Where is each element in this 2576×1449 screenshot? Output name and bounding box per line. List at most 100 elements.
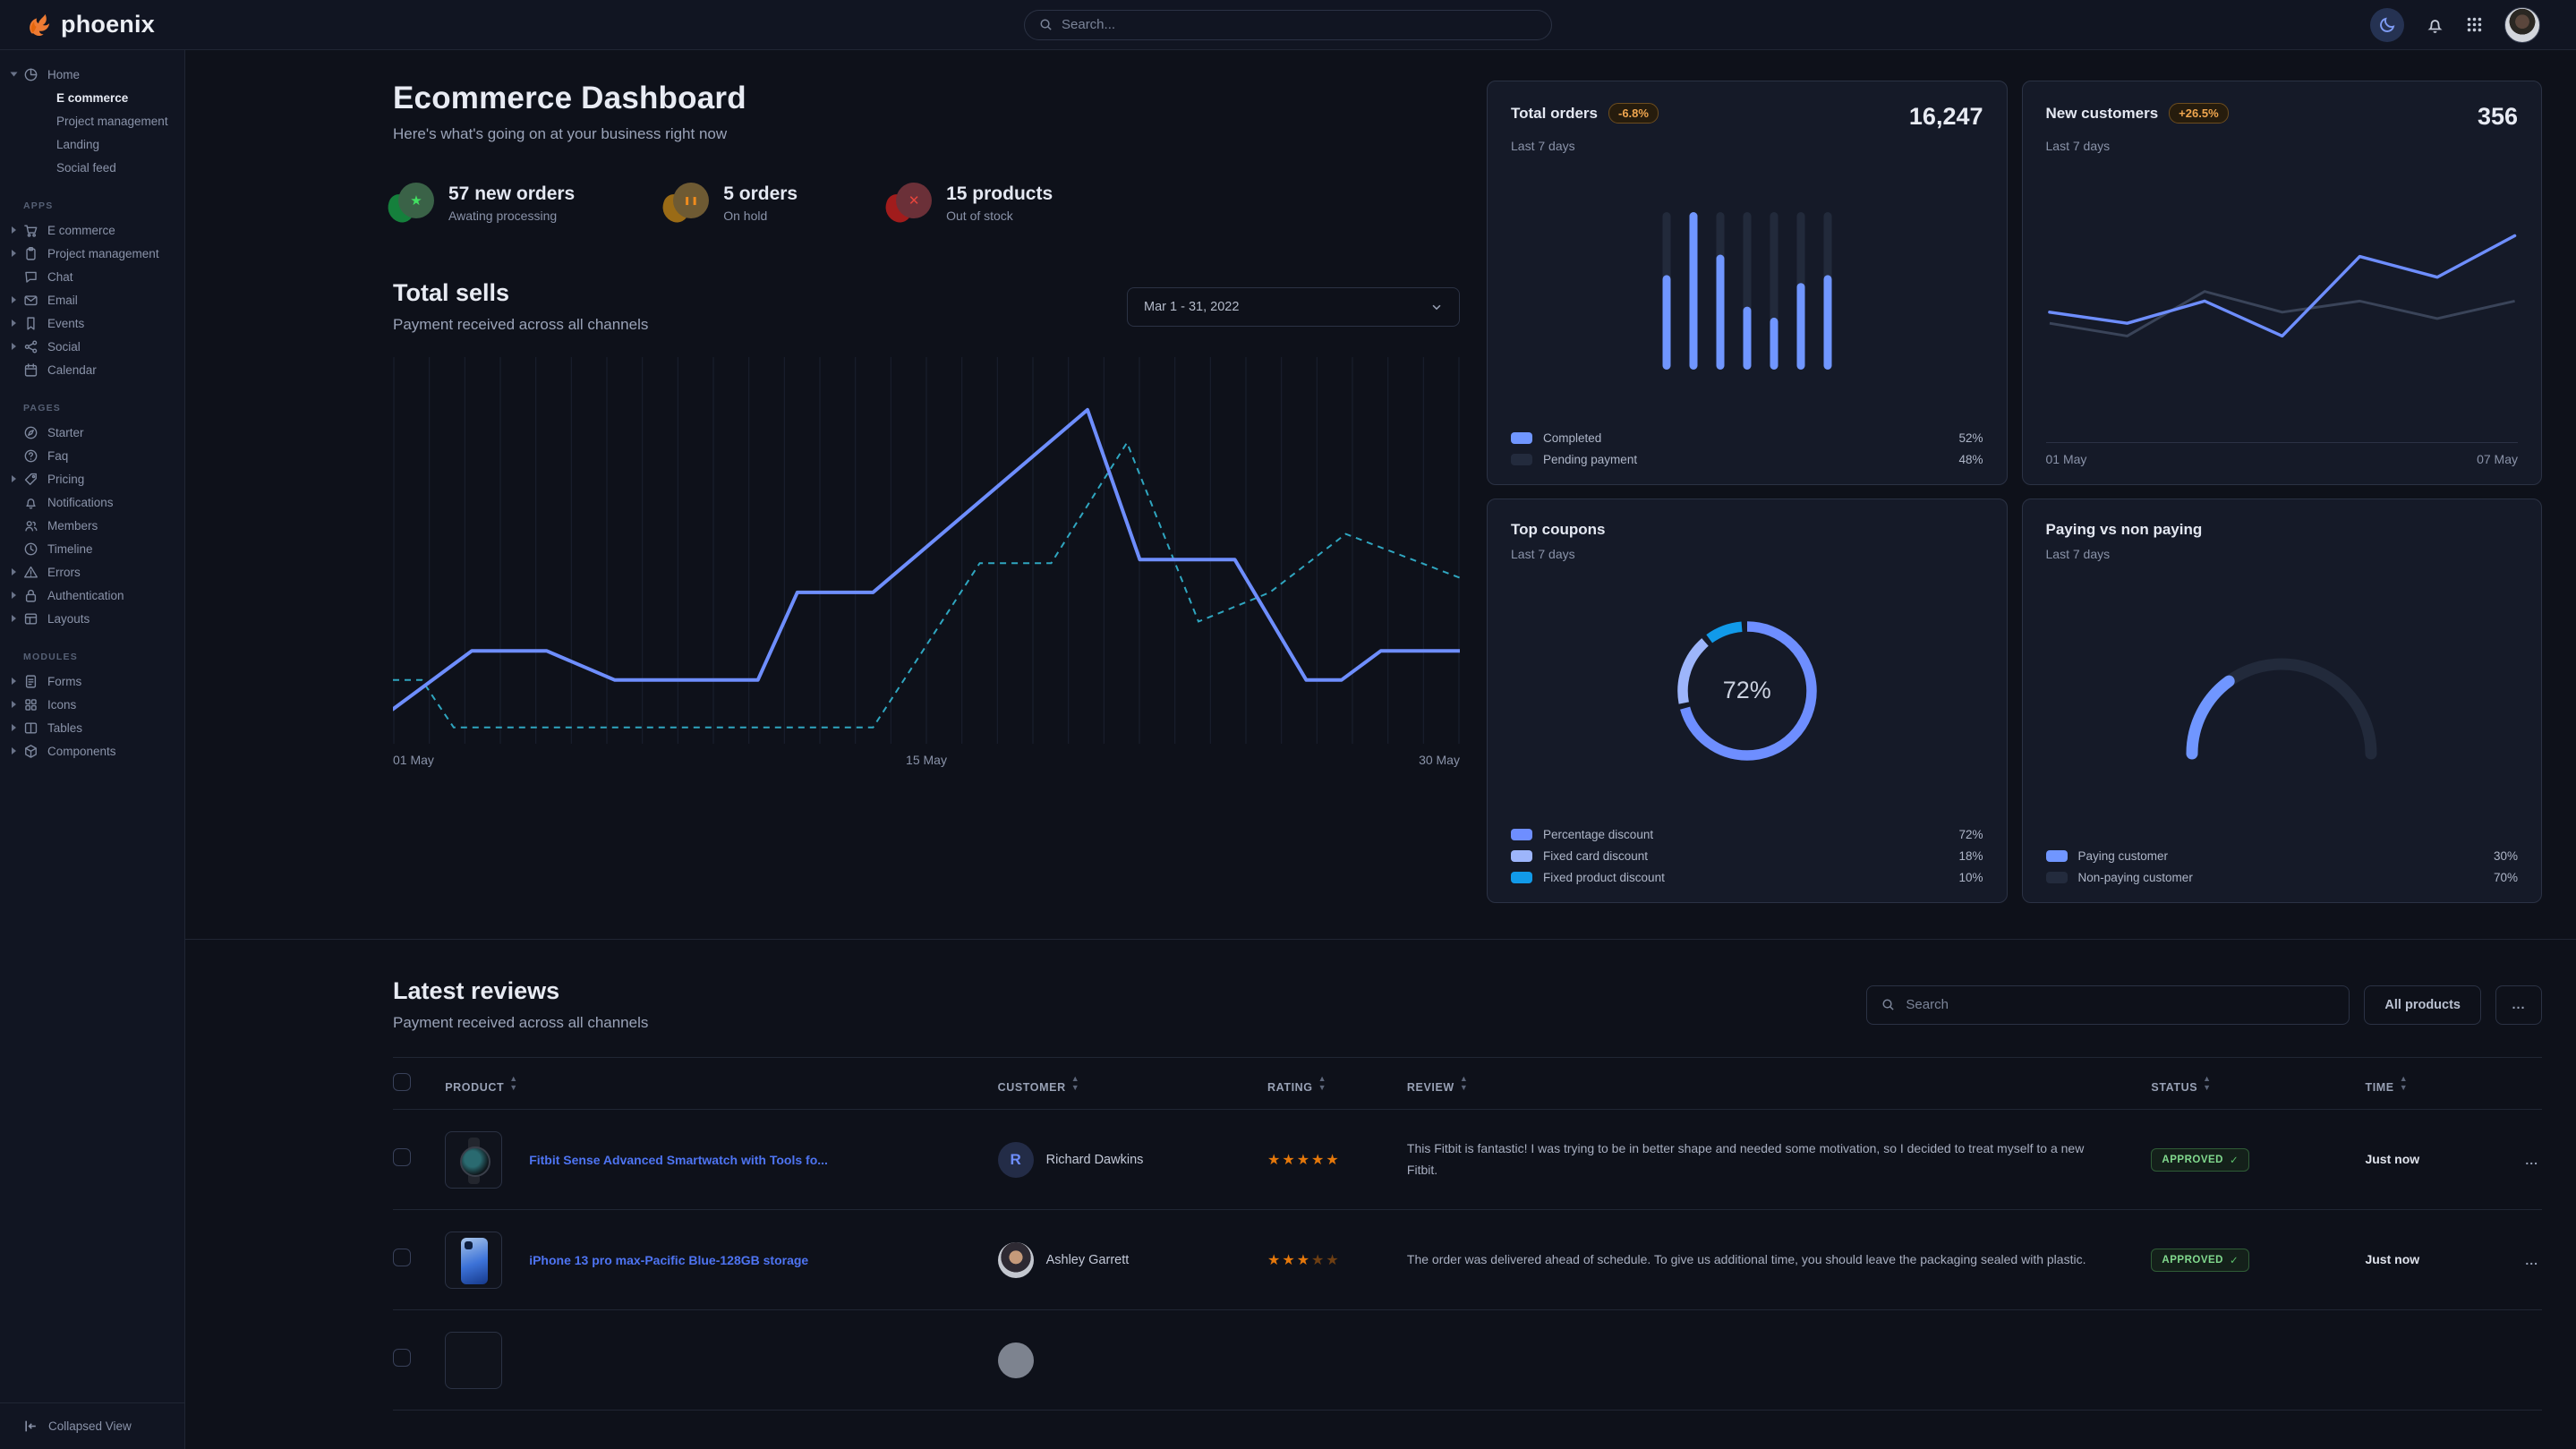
product-thumbnail[interactable] — [445, 1131, 502, 1189]
sidebar-item-chat[interactable]: Chat — [0, 265, 184, 288]
sidebar-item-pricing[interactable]: Pricing — [0, 467, 184, 490]
column-header-customer[interactable]: CUSTOMER▲▼ — [998, 1058, 1267, 1110]
sidebar-item-starter[interactable]: Starter — [0, 421, 184, 444]
row-checkbox[interactable] — [393, 1249, 411, 1266]
reviews-subtitle: Payment received across all channels — [393, 1014, 648, 1032]
total-sells-subtitle: Payment received across all channels — [393, 316, 648, 334]
legend-value: 70% — [2494, 871, 2518, 884]
sidebar-item-social[interactable]: Social — [0, 335, 184, 358]
select-all-cell — [393, 1058, 445, 1110]
legend-swatch — [2046, 850, 2068, 862]
row-menu-button[interactable]: ... — [2486, 1153, 2542, 1167]
caret-right-icon — [12, 747, 16, 754]
sidebar-item-e-commerce[interactable]: E commerce — [0, 218, 184, 242]
sidebar-item-faq[interactable]: Faq — [0, 444, 184, 467]
star-badge-icon: ★ — [393, 183, 434, 224]
check-icon: ✓ — [2230, 1154, 2239, 1166]
sidebar-item-label: Email — [47, 294, 78, 307]
caret-right-icon — [12, 296, 16, 303]
sidebar-subitem-project-management[interactable]: Project management — [0, 109, 184, 132]
user-avatar[interactable] — [2504, 7, 2540, 43]
sidebar-item-members[interactable]: Members — [0, 514, 184, 537]
column-header-time[interactable]: TIME▲▼ — [2365, 1058, 2486, 1110]
sort-icon: ▲▼ — [2203, 1074, 2212, 1092]
paying-legend: Paying customer 30% Non-paying customer … — [2046, 841, 2519, 884]
select-all-checkbox[interactable] — [393, 1073, 411, 1091]
row-menu-button[interactable]: ... — [2486, 1253, 2542, 1267]
review-row: iPhone 13 pro max-Pacific Blue-128GB sto… — [393, 1210, 2542, 1310]
sidebar-item-label: Chat — [47, 270, 73, 284]
sidebar-item-errors[interactable]: Errors — [0, 560, 184, 584]
card-title: Top coupons — [1511, 521, 1605, 539]
total-sells-title: Total sells — [393, 279, 648, 307]
sidebar-section-label: APPS — [0, 200, 184, 211]
sidebar-item-label: Authentication — [47, 589, 124, 602]
total-orders-chart — [1511, 153, 1983, 423]
reviews-title: Latest reviews — [393, 977, 648, 1005]
stat-red: ✕ 15 products Out of stock — [891, 183, 1053, 224]
caret-right-icon — [12, 701, 16, 708]
column-header-review[interactable]: REVIEW▲▼ — [1407, 1058, 2152, 1110]
reviews-search[interactable] — [1866, 985, 2350, 1025]
x-tick-label: 07 May — [2477, 452, 2518, 466]
sidebar-item-timeline[interactable]: Timeline — [0, 537, 184, 560]
sidebar-item-label: E commerce — [47, 224, 115, 237]
legend-row: Pending payment 48% — [1511, 453, 1983, 466]
apps-menu-button[interactable] — [2466, 16, 2483, 33]
sidebar-collapse-toggle[interactable]: Collapsed View — [0, 1402, 184, 1449]
new-customers-chart — [2046, 153, 2519, 439]
caret-right-icon — [12, 320, 16, 327]
row-checkbox[interactable] — [393, 1349, 411, 1367]
notifications-button[interactable] — [2426, 15, 2444, 34]
customer-avatar: R — [998, 1142, 1034, 1178]
sidebar-item-project-management[interactable]: Project management — [0, 242, 184, 265]
sort-icon: ▲▼ — [509, 1074, 518, 1092]
review-text: This Fitbit is fantastic! I was trying t… — [1407, 1138, 2152, 1180]
product-link[interactable]: iPhone 13 pro max-Pacific Blue-128GB sto… — [529, 1253, 808, 1267]
sidebar-item-calendar[interactable]: Calendar — [0, 358, 184, 381]
clipboard-icon — [23, 246, 38, 261]
main-content: Ecommerce Dashboard Here's what's going … — [185, 50, 2576, 1449]
sidebar-item-notifications[interactable]: Notifications — [0, 490, 184, 514]
change-badge: +26.5% — [2169, 103, 2228, 124]
product-thumbnail[interactable] — [445, 1332, 502, 1389]
sort-icon: ▲▼ — [2400, 1074, 2409, 1092]
theme-toggle-button[interactable] — [2370, 8, 2404, 42]
sidebar-item-layouts[interactable]: Layouts — [0, 607, 184, 630]
sidebar-subitem-landing[interactable]: Landing — [0, 132, 184, 156]
reviews-search-input[interactable] — [1906, 997, 2334, 1012]
column-header-rating[interactable]: RATING▲▼ — [1267, 1058, 1407, 1110]
product-thumbnail[interactable] — [445, 1232, 502, 1289]
row-checkbox[interactable] — [393, 1148, 411, 1166]
product-link[interactable]: Fitbit Sense Advanced Smartwatch with To… — [529, 1153, 828, 1167]
sidebar-item-label: Calendar — [47, 363, 97, 377]
total-orders-legend: Completed 52% Pending payment 48% — [1511, 423, 1983, 466]
sidebar-item-icons[interactable]: Icons — [0, 693, 184, 716]
sidebar-item-forms[interactable]: Forms — [0, 669, 184, 693]
phoenix-logo-icon — [25, 12, 52, 38]
date-range-select[interactable]: Mar 1 - 31, 2022 — [1127, 287, 1460, 327]
cart-icon — [23, 223, 38, 238]
global-search-input[interactable] — [1062, 17, 1537, 32]
sidebar-item-authentication[interactable]: Authentication — [0, 584, 184, 607]
legend-row: Fixed card discount 18% — [1511, 849, 1983, 863]
column-header-product[interactable]: PRODUCT▲▼ — [445, 1058, 997, 1110]
all-products-button[interactable]: All products — [2364, 985, 2481, 1025]
top-coupons-chart: 72% — [1511, 561, 1983, 820]
sidebar-item-tables[interactable]: Tables — [0, 716, 184, 739]
sidebar-item-events[interactable]: Events — [0, 311, 184, 335]
sidebar-subitem-e-commerce[interactable]: E commerce — [0, 86, 184, 109]
sidebar-subitem-social-feed[interactable]: Social feed — [0, 156, 184, 179]
collapse-label: Collapsed View — [48, 1419, 132, 1433]
sidebar-section-label: MODULES — [0, 652, 184, 662]
sidebar-item-components[interactable]: Components — [0, 739, 184, 763]
reviews-menu-button[interactable]: ... — [2495, 985, 2542, 1025]
brand[interactable]: phoenix — [0, 11, 155, 38]
global-search[interactable] — [1024, 10, 1552, 40]
sidebar-item-email[interactable]: Email — [0, 288, 184, 311]
question-icon — [23, 448, 38, 464]
sidebar-item-home[interactable]: Home — [0, 63, 184, 86]
paying-gauge-chart — [2046, 561, 2519, 841]
column-header-status[interactable]: STATUS▲▼ — [2151, 1058, 2365, 1110]
review-row: Fitbit Sense Advanced Smartwatch with To… — [393, 1110, 2542, 1210]
